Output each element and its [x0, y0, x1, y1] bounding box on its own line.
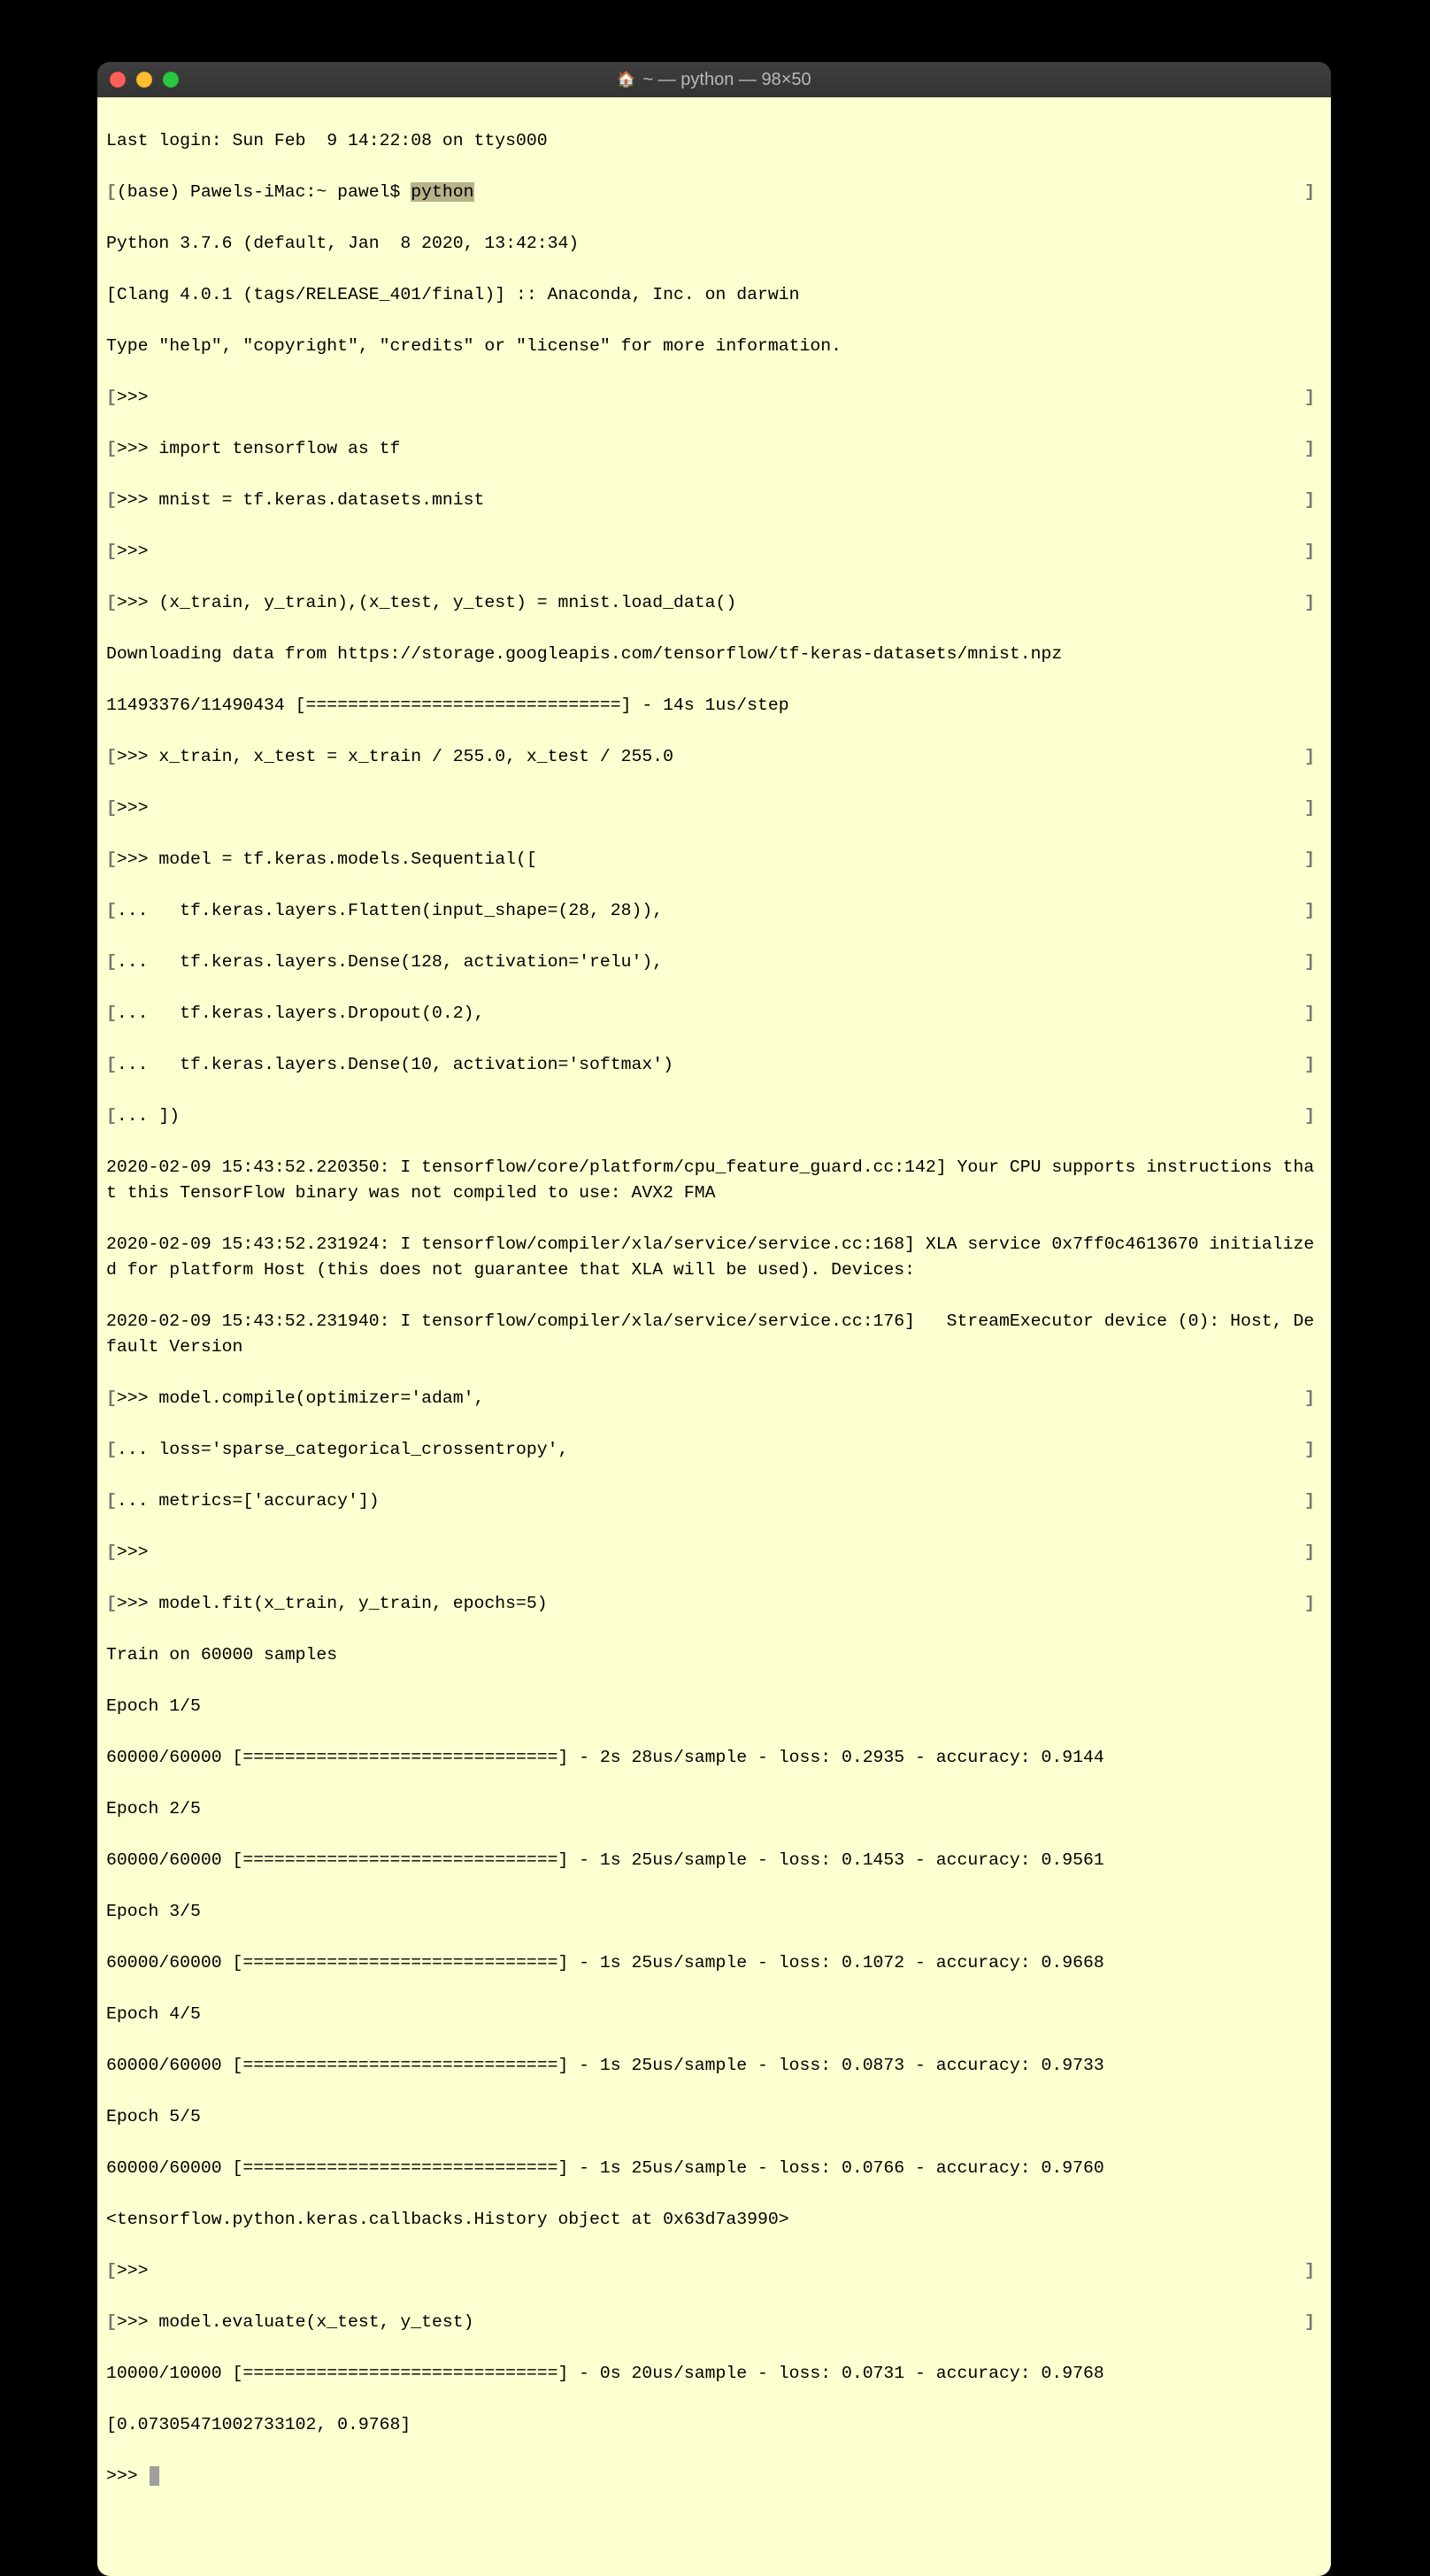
- output-line: 10000/10000 [===========================…: [106, 2361, 1322, 2387]
- repl-line: [>>> (x_train, y_train),(x_test, y_test)…: [106, 590, 1322, 616]
- traffic-lights: [110, 72, 179, 88]
- prompt-command: python: [411, 182, 473, 202]
- repl-line: [>>> model.evaluate(x_test, y_test)]: [106, 2310, 1322, 2335]
- repl-line: [... metrics=['accuracy'])]: [106, 1488, 1322, 1514]
- repl-prompt-current[interactable]: >>>: [106, 2464, 1322, 2489]
- output-line: Train on 60000 samples: [106, 1642, 1322, 1668]
- repl-line: [>>> model.fit(x_train, y_train, epochs=…: [106, 1591, 1322, 1617]
- repl-line: [>>> import tensorflow as tf]: [106, 436, 1322, 462]
- output-line: [0.07305471002733102, 0.9768]: [106, 2412, 1322, 2438]
- terminal-window: 🏠 ~ — python — 98×50 Last login: Sun Feb…: [97, 62, 1331, 2576]
- window-title: 🏠 ~ — python — 98×50: [97, 70, 1331, 90]
- output-line: Epoch 2/5: [106, 1796, 1322, 1822]
- output-line: 2020-02-09 15:43:52.231940: I tensorflow…: [106, 1309, 1322, 1360]
- home-icon: 🏠: [617, 71, 635, 88]
- output-line: Epoch 1/5: [106, 1694, 1322, 1719]
- cursor-icon: [150, 2466, 159, 2486]
- zoom-icon[interactable]: [163, 72, 179, 88]
- repl-line: [... tf.keras.layers.Dense(128, activati…: [106, 950, 1322, 975]
- output-line: Epoch 3/5: [106, 1899, 1322, 1925]
- output-line: 60000/60000 [===========================…: [106, 1745, 1322, 1771]
- output-line: <tensorflow.python.keras.callbacks.Histo…: [106, 2207, 1322, 2233]
- terminal-body[interactable]: Last login: Sun Feb 9 14:22:08 on ttys00…: [97, 97, 1331, 2576]
- repl-line: [>>> ]: [106, 796, 1322, 821]
- output-line: Downloading data from https://storage.go…: [106, 642, 1322, 667]
- output-line: [Clang 4.0.1 (tags/RELEASE_401/final)] :…: [106, 282, 1322, 308]
- repl-line: [... ])]: [106, 1103, 1322, 1129]
- output-line: 2020-02-09 15:43:52.220350: I tensorflow…: [106, 1155, 1322, 1206]
- close-icon[interactable]: [110, 72, 126, 88]
- repl-line: [... tf.keras.layers.Dropout(0.2),]: [106, 1001, 1322, 1027]
- output-line: 2020-02-09 15:43:52.231924: I tensorflow…: [106, 1232, 1322, 1283]
- repl-line: [... tf.keras.layers.Flatten(input_shape…: [106, 898, 1322, 924]
- output-line: Type "help", "copyright", "credits" or "…: [106, 334, 1322, 359]
- window-title-text: ~ — python — 98×50: [643, 70, 811, 90]
- output-line: Python 3.7.6 (default, Jan 8 2020, 13:42…: [106, 231, 1322, 257]
- repl-line: [>>> ]: [106, 539, 1322, 565]
- repl-line: [>>> model.compile(optimizer='adam',]: [106, 1386, 1322, 1411]
- shell-prompt: [(base) Pawels-iMac:~ pawel$ python]: [106, 180, 1322, 205]
- output-line: 60000/60000 [===========================…: [106, 2156, 1322, 2181]
- output-line: 60000/60000 [===========================…: [106, 2053, 1322, 2079]
- output-line: 60000/60000 [===========================…: [106, 1950, 1322, 1976]
- repl-line: [>>> mnist = tf.keras.datasets.mnist]: [106, 488, 1322, 513]
- minimize-icon[interactable]: [136, 72, 152, 88]
- output-line: 11493376/11490434 [=====================…: [106, 693, 1322, 719]
- repl-line: [>>> ]: [106, 2258, 1322, 2284]
- output-line: Epoch 5/5: [106, 2104, 1322, 2130]
- output-line: Epoch 4/5: [106, 2002, 1322, 2027]
- repl-line: [>>> ]: [106, 385, 1322, 411]
- repl-line: [>>> ]: [106, 1540, 1322, 1565]
- repl-line: [>>> model = tf.keras.models.Sequential(…: [106, 847, 1322, 873]
- output-line: Last login: Sun Feb 9 14:22:08 on ttys00…: [106, 128, 1322, 154]
- output-line: 60000/60000 [===========================…: [106, 1848, 1322, 1873]
- repl-line: [... tf.keras.layers.Dense(10, activatio…: [106, 1052, 1322, 1078]
- repl-line: [>>> x_train, x_test = x_train / 255.0, …: [106, 744, 1322, 770]
- titlebar[interactable]: 🏠 ~ — python — 98×50: [97, 62, 1331, 97]
- repl-line: [... loss='sparse_categorical_crossentro…: [106, 1437, 1322, 1463]
- prompt-prefix: (base) Pawels-iMac:~ pawel$: [117, 182, 411, 202]
